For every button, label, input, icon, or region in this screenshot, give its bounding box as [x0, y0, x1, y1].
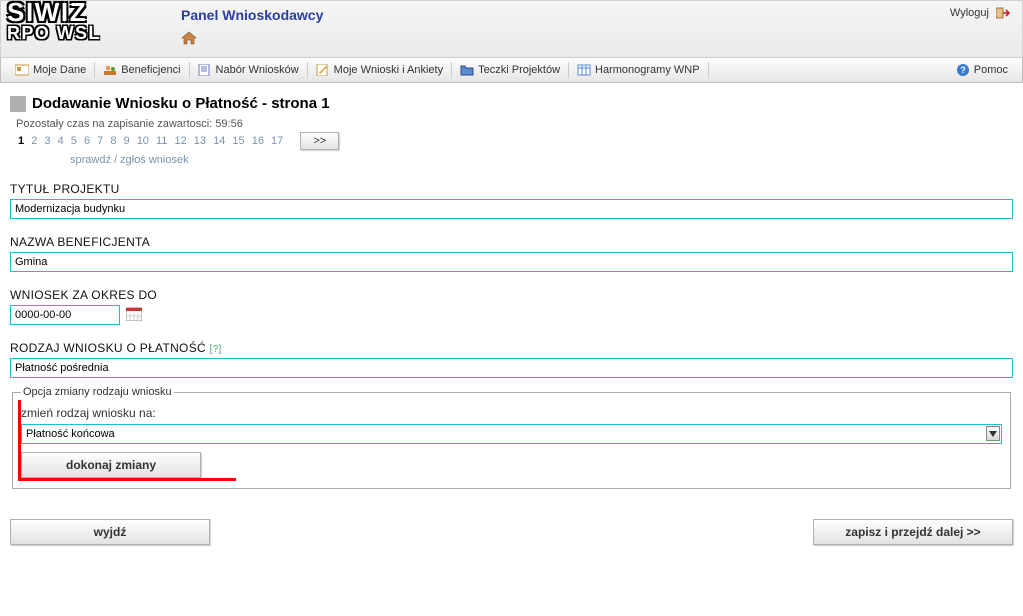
- pager: 1 2 3 4 5 6 7 8 9 10 11 12 13 14 15 16 1…: [16, 132, 1013, 150]
- pager-page-4[interactable]: 4: [56, 135, 66, 147]
- people-icon: [103, 64, 117, 76]
- period-input[interactable]: [10, 305, 120, 325]
- change-type-legend: Opcja zmiany rodzaju wniosku: [21, 386, 174, 398]
- pager-page-17[interactable]: 17: [269, 135, 285, 147]
- menu-teczki[interactable]: Teczki Projektów: [452, 62, 569, 78]
- change-type-select[interactable]: [21, 424, 1002, 444]
- change-type-fieldset: Opcja zmiany rodzaju wniosku zmień rodza…: [12, 386, 1011, 489]
- pager-page-9[interactable]: 9: [122, 135, 132, 147]
- type-input[interactable]: [10, 358, 1013, 378]
- menu-pomoc[interactable]: ? Pomoc: [948, 61, 1016, 79]
- menu-moje-wnioski[interactable]: Moje Wnioski i Ankiety: [308, 62, 452, 78]
- pager-page-14[interactable]: 14: [211, 135, 227, 147]
- exit-button[interactable]: wyjdź: [10, 519, 210, 545]
- type-hint-icon[interactable]: [?]: [210, 344, 222, 355]
- menu-label: Beneficjenci: [121, 64, 180, 76]
- dropdown-arrow-icon[interactable]: [986, 426, 1000, 441]
- pager-page-10[interactable]: 10: [135, 135, 151, 147]
- card-icon: [15, 64, 29, 76]
- doc-edit-icon: [316, 64, 330, 76]
- apply-change-button[interactable]: dokonaj zmiany: [21, 452, 201, 478]
- panel-title: Panel Wnioskodawcy: [181, 7, 323, 23]
- type-label: RODZAJ WNIOSKU O PŁATNOŚĆ [?]: [10, 341, 1013, 355]
- pager-page-7[interactable]: 7: [95, 135, 105, 147]
- menu-label: Moje Dane: [33, 64, 86, 76]
- pager-page-11[interactable]: 11: [154, 135, 169, 147]
- calendar-icon[interactable]: [126, 312, 142, 324]
- menu-label: Moje Wnioski i Ankiety: [334, 64, 443, 76]
- menu-label: Teczki Projektów: [478, 64, 560, 76]
- pager-page-16[interactable]: 16: [250, 135, 266, 147]
- pager-page-1[interactable]: 1: [16, 135, 26, 147]
- period-label: WNIOSEK ZA OKRES DO: [10, 288, 1013, 302]
- save-next-button[interactable]: zapisz i przejdź dalej >>: [813, 519, 1013, 545]
- menu-harmonogramy[interactable]: Harmonogramy WNP: [569, 62, 709, 78]
- menu-beneficjenci[interactable]: Beneficjenci: [95, 62, 189, 78]
- project-title-input[interactable]: [10, 199, 1013, 219]
- header: SIWIZ RPO WSL Panel Wnioskodawcy Wyloguj: [0, 0, 1023, 58]
- pager-next-button[interactable]: >>: [300, 132, 339, 150]
- menu-label: Harmonogramy WNP: [595, 64, 700, 76]
- page-marker-icon: [10, 96, 26, 112]
- pager-page-2[interactable]: 2: [29, 135, 39, 147]
- change-type-sublabel: zmień rodzaj wniosku na:: [21, 406, 1002, 420]
- app-logo: SIWIZ RPO WSL: [7, 3, 101, 40]
- menu-label: Pomoc: [974, 64, 1008, 76]
- pager-page-13[interactable]: 13: [192, 135, 208, 147]
- folder-icon: [460, 64, 474, 76]
- pager-page-12[interactable]: 12: [172, 135, 188, 147]
- change-type-select-text[interactable]: [21, 424, 1002, 444]
- menu-label: Nabór Wniosków: [216, 64, 299, 76]
- doc-list-icon: [198, 64, 212, 76]
- beneficiary-label: NAZWA BENEFICJENTA: [10, 235, 1013, 249]
- menu-moje-dane[interactable]: Moje Dane: [7, 62, 95, 78]
- pager-page-15[interactable]: 15: [230, 135, 246, 147]
- menu-nabor[interactable]: Nabór Wniosków: [190, 62, 308, 78]
- logout-link[interactable]: Wyloguj: [950, 7, 1010, 19]
- svg-text:?: ?: [960, 65, 966, 75]
- help-icon: ?: [956, 63, 970, 77]
- beneficiary-input[interactable]: [10, 252, 1013, 272]
- pager-submit-link[interactable]: sprawdź / zgłoś wniosek: [70, 154, 189, 166]
- pager-page-6[interactable]: 6: [82, 135, 92, 147]
- main-menu: Moje Dane Beneficjenci Nabór Wniosków Mo…: [0, 58, 1023, 83]
- schedule-icon: [577, 64, 591, 76]
- page-title: Dodawanie Wniosku o Płatność - strona 1: [32, 95, 330, 112]
- project-title-label: TYTUŁ PROJEKTU: [10, 182, 1013, 196]
- pager-page-5[interactable]: 5: [69, 135, 79, 147]
- pager-page-3[interactable]: 3: [42, 135, 52, 147]
- remaining-time: Pozostały czas na zapisanie zawartosci: …: [16, 118, 1013, 130]
- main-content: Dodawanie Wniosku o Płatność - strona 1 …: [0, 83, 1023, 575]
- pager-page-8[interactable]: 8: [108, 135, 118, 147]
- home-icon[interactable]: [181, 31, 197, 48]
